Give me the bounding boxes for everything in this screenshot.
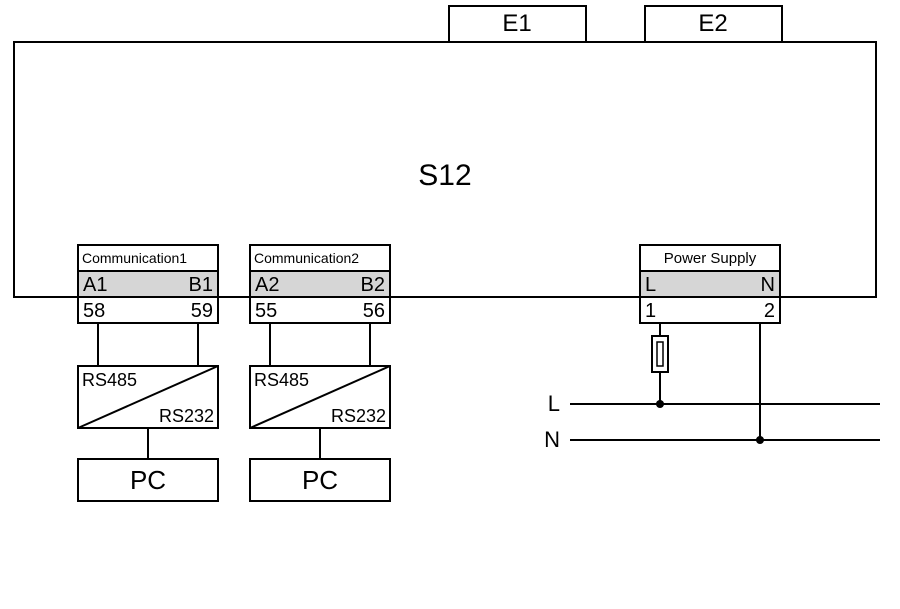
comm1-an: 58 [83,300,105,322]
wiring-diagram: E1 E2 S12 Communication1 A1 B1 58 59 RS4… [0,0,900,609]
bus-l-label: L [548,391,560,416]
power-title: Power Supply [664,250,757,267]
power-ln-num: 1 [645,300,656,322]
comm1-pc: PC [130,465,166,495]
comm2-title: Communication2 [254,250,359,266]
comm2-conv-top: RS485 [254,370,309,390]
bus-n-label: N [544,427,560,452]
comm2-bn: 56 [363,300,385,322]
comm2-pc: PC [302,465,338,495]
comm1-conv-top: RS485 [82,370,137,390]
comm2-b: B2 [361,274,385,296]
comm2-an: 55 [255,300,277,322]
comm1-title: Communication1 [82,250,187,266]
comm1-conv-bot: RS232 [159,406,214,426]
power-ln-row [640,271,780,297]
power-n: N [761,274,775,296]
label-e1: E1 [502,10,531,37]
power-num-row [640,297,780,323]
comm1-bn: 59 [191,300,213,322]
power-l: L [645,274,656,296]
label-e2: E2 [698,10,727,37]
fuse-inner [657,342,663,366]
comm2-conv-bot: RS232 [331,406,386,426]
comm1-b: B1 [189,274,213,296]
power-nn-num: 2 [764,300,775,322]
comm2-a: A2 [255,274,279,296]
main-title: S12 [418,159,471,192]
comm1-a: A1 [83,274,107,296]
